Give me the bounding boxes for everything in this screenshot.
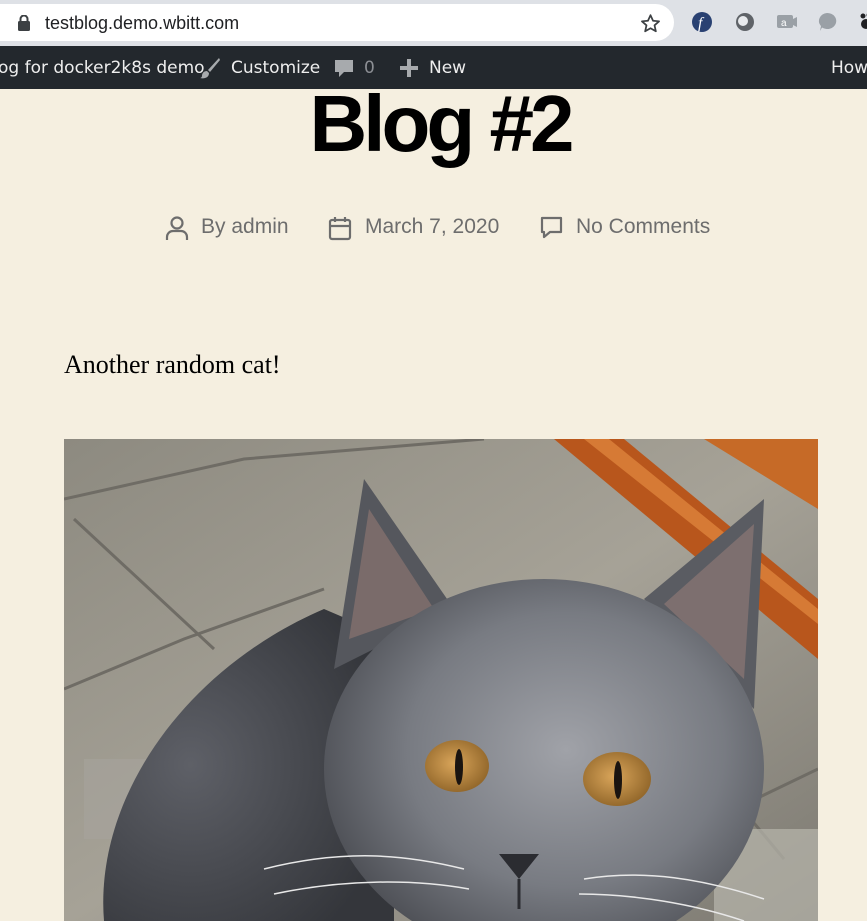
new-content-link[interactable]: New <box>429 58 466 78</box>
browser-toolbar: testblog.demo.wbitt.com f a <box>0 0 867 46</box>
calendar-icon <box>328 217 352 241</box>
post-date: March 7, 2020 <box>328 212 513 242</box>
cat-image <box>64 439 818 921</box>
author-link[interactable]: By admin <box>201 215 289 239</box>
post-excerpt: Another random cat! <box>64 350 281 379</box>
url-text: testblog.demo.wbitt.com <box>45 13 240 33</box>
comment-bubble-icon[interactable] <box>333 57 355 79</box>
plus-icon[interactable] <box>399 58 419 78</box>
post-author: By admin <box>164 212 304 242</box>
site-name-link[interactable]: og for docker2k8s demo <box>0 58 205 78</box>
howdy-account-menu[interactable]: How <box>831 58 867 78</box>
extension-chat-icon[interactable] <box>816 11 838 33</box>
date-link[interactable]: March 7, 2020 <box>365 215 499 239</box>
svg-text:a: a <box>781 18 787 29</box>
comments-count[interactable]: 0 <box>364 58 375 78</box>
post-title: Blog #2 <box>309 79 575 168</box>
cat-photo <box>64 439 818 921</box>
user-icon <box>165 216 189 240</box>
post-comments: No Comments <box>539 212 724 242</box>
paintbrush-icon[interactable] <box>199 57 221 79</box>
fedora-extension-icon[interactable]: f <box>691 11 713 33</box>
extension-video-icon[interactable]: a <box>775 11 797 33</box>
address-bar[interactable]: testblog.demo.wbitt.com <box>0 4 674 41</box>
extension-circle-icon[interactable] <box>734 11 756 33</box>
comment-icon <box>540 216 563 239</box>
extension-paw-icon[interactable] <box>858 11 867 33</box>
customize-link[interactable]: Customize <box>231 58 320 78</box>
bookmark-star-icon[interactable] <box>640 13 661 34</box>
lock-icon <box>18 15 30 31</box>
comments-link[interactable]: No Comments <box>576 215 710 239</box>
